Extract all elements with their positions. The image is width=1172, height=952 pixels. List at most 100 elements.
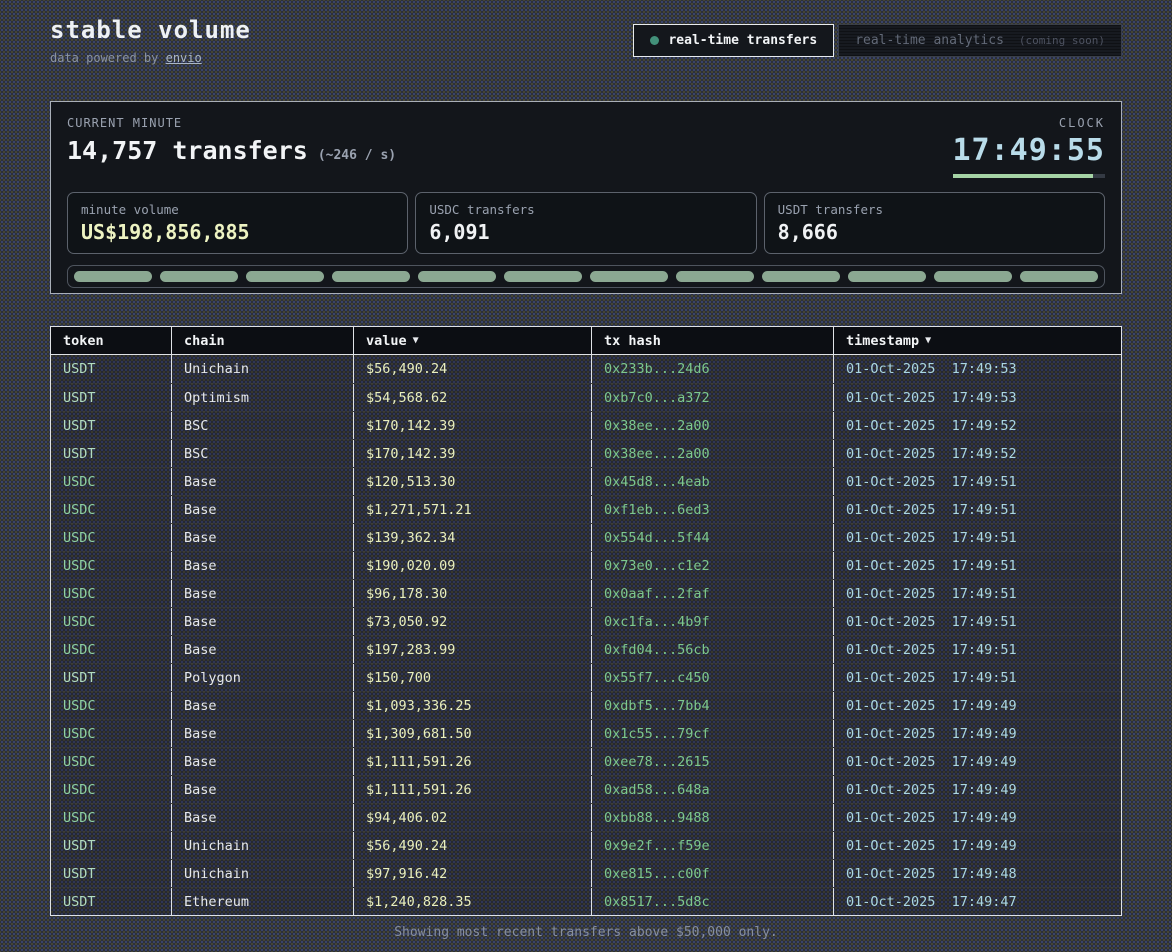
table-row: USDCBase$197,283.990xfd04...56cb01-Oct-2… <box>51 635 1121 663</box>
chain-cell: Base <box>172 580 354 607</box>
token-cell: USDT <box>51 412 172 439</box>
txhash-link[interactable]: 0xdbf5...7bb4 <box>592 692 834 719</box>
tab-realtime-transfers[interactable]: real-time transfers <box>633 24 834 57</box>
envio-link[interactable]: envio <box>166 51 202 65</box>
txhash-link[interactable]: 0x73e0...c1e2 <box>592 552 834 579</box>
stat-label: minute volume <box>81 202 394 217</box>
timestamp-cell: 01-Oct-2025 17:49:53 <box>834 355 1121 383</box>
chain-cell: Base <box>172 636 354 663</box>
txhash-link[interactable]: 0x55f7...c450 <box>592 664 834 691</box>
tab-realtime-analytics[interactable]: real-time analytics (coming soon) <box>838 24 1122 57</box>
chain-cell: Base <box>172 496 354 523</box>
tab-label: real-time analytics <box>855 33 1004 48</box>
minute-progress-track <box>953 174 1105 178</box>
chain-cell: Polygon <box>172 664 354 691</box>
stat-cards: minute volume US$198,856,885 USDC transf… <box>67 192 1105 254</box>
table-row: USDCBase$1,111,591.260xad58...648a01-Oct… <box>51 775 1121 803</box>
table-row: USDCBase$120,513.300x45d8...4eab01-Oct-2… <box>51 467 1121 495</box>
activity-segment <box>590 271 668 282</box>
timestamp-cell: 01-Oct-2025 17:49:49 <box>834 748 1121 775</box>
txhash-link[interactable]: 0x38ee...2a00 <box>592 412 834 439</box>
chain-cell: Base <box>172 720 354 747</box>
timestamp-cell: 01-Oct-2025 17:49:51 <box>834 524 1121 551</box>
hero-top-row: CURRENT MINUTE 14,757 transfers (~246 / … <box>67 116 1105 178</box>
token-cell: USDC <box>51 776 172 803</box>
token-cell: USDT <box>51 860 172 887</box>
table-row: USDTOptimism$54,568.620xb7c0...a37201-Oc… <box>51 383 1121 411</box>
txhash-link[interactable]: 0xee78...2615 <box>592 748 834 775</box>
txhash-link[interactable]: 0xe815...c00f <box>592 860 834 887</box>
token-cell: USDC <box>51 580 172 607</box>
timestamp-cell: 01-Oct-2025 17:49:51 <box>834 664 1121 691</box>
table-row: USDTEthereum$1,240,828.350x8517...5d8c01… <box>51 887 1121 915</box>
timestamp-cell: 01-Oct-2025 17:49:47 <box>834 888 1121 915</box>
token-cell: USDT <box>51 384 172 411</box>
value-cell: $120,513.30 <box>354 468 592 495</box>
token-cell: USDT <box>51 888 172 915</box>
txhash-link[interactable]: 0x9e2f...f59e <box>592 832 834 859</box>
table-row: USDCBase$1,309,681.500x1c55...79cf01-Oct… <box>51 719 1121 747</box>
txhash-link[interactable]: 0xfd04...56cb <box>592 636 834 663</box>
table-row: USDCBase$94,406.020xbb88...948801-Oct-20… <box>51 803 1121 831</box>
token-cell: USDC <box>51 720 172 747</box>
activity-segment <box>160 271 238 282</box>
token-cell: USDC <box>51 468 172 495</box>
txhash-link[interactable]: 0x45d8...4eab <box>592 468 834 495</box>
current-minute-panel: CURRENT MINUTE 14,757 transfers (~246 / … <box>50 101 1122 294</box>
chain-cell: Base <box>172 692 354 719</box>
chain-cell: Base <box>172 608 354 635</box>
token-cell: USDC <box>51 804 172 831</box>
value-cell: $190,020.09 <box>354 552 592 579</box>
chain-cell: Unichain <box>172 860 354 887</box>
txhash-link[interactable]: 0x1c55...79cf <box>592 720 834 747</box>
txhash-link[interactable]: 0xc1fa...4b9f <box>592 608 834 635</box>
col-header-txhash: tx hash <box>592 327 834 354</box>
token-cell: USDC <box>51 608 172 635</box>
topbar: stable volume data powered by envio real… <box>50 16 1122 65</box>
stat-card-usdc-transfers: USDC transfers 6,091 <box>415 192 756 254</box>
value-cell: $96,178.30 <box>354 580 592 607</box>
txhash-link[interactable]: 0x8517...5d8c <box>592 888 834 915</box>
chain-cell: Unichain <box>172 355 354 383</box>
txhash-link[interactable]: 0x554d...5f44 <box>592 524 834 551</box>
chain-cell: BSC <box>172 412 354 439</box>
timestamp-cell: 01-Oct-2025 17:49:51 <box>834 496 1121 523</box>
value-cell: $1,111,591.26 <box>354 748 592 775</box>
txhash-link[interactable]: 0xf1eb...6ed3 <box>592 496 834 523</box>
activity-segment <box>74 271 152 282</box>
timestamp-cell: 01-Oct-2025 17:49:51 <box>834 636 1121 663</box>
section-label: CURRENT MINUTE <box>67 116 396 130</box>
value-cell: $170,142.39 <box>354 412 592 439</box>
stat-value-usdc-transfers: 6,091 <box>429 220 742 244</box>
col-header-timestamp[interactable]: timestamp▼ <box>834 327 1121 354</box>
col-header-value[interactable]: value▼ <box>354 327 592 354</box>
col-header-chain: chain <box>172 327 354 354</box>
chain-cell: Optimism <box>172 384 354 411</box>
token-cell: USDC <box>51 692 172 719</box>
timestamp-cell: 01-Oct-2025 17:49:49 <box>834 832 1121 859</box>
chain-cell: Base <box>172 804 354 831</box>
txhash-link[interactable]: 0x233b...24d6 <box>592 355 834 383</box>
stat-value-minute-volume: US$198,856,885 <box>81 220 394 244</box>
activity-segment <box>1020 271 1098 282</box>
value-cell: $56,490.24 <box>354 832 592 859</box>
txhash-link[interactable]: 0x0aaf...2faf <box>592 580 834 607</box>
col-header-token: token <box>51 327 172 354</box>
txhash-link[interactable]: 0xb7c0...a372 <box>592 384 834 411</box>
table-row: USDTBSC$170,142.390x38ee...2a0001-Oct-20… <box>51 439 1121 467</box>
timestamp-cell: 01-Oct-2025 17:49:51 <box>834 580 1121 607</box>
token-cell: USDT <box>51 355 172 383</box>
chain-cell: Base <box>172 552 354 579</box>
chain-cell: Base <box>172 748 354 775</box>
chain-cell: Unichain <box>172 832 354 859</box>
txhash-link[interactable]: 0x38ee...2a00 <box>592 440 834 467</box>
transfers-rate: (~246 / s) <box>318 148 396 163</box>
timestamp-cell: 01-Oct-2025 17:49:51 <box>834 552 1121 579</box>
txhash-link[interactable]: 0xbb88...9488 <box>592 804 834 831</box>
value-cell: $1,309,681.50 <box>354 720 592 747</box>
table-row: USDTUnichain$97,916.420xe815...c00f01-Oc… <box>51 859 1121 887</box>
tab-bar: real-time transfers real-time analytics … <box>633 24 1122 57</box>
tab-label: real-time transfers <box>668 33 817 48</box>
token-cell: USDC <box>51 748 172 775</box>
txhash-link[interactable]: 0xad58...648a <box>592 776 834 803</box>
